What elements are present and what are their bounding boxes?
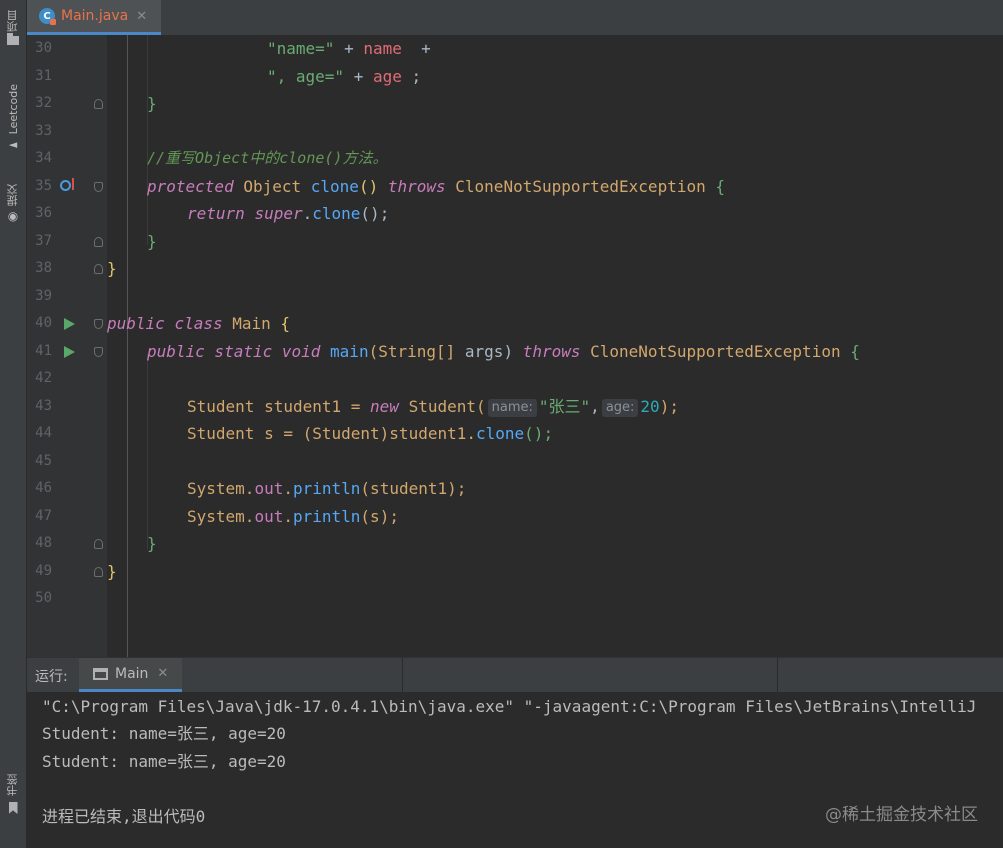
line-number: 32 [35,95,52,111]
code-line: 50 [27,585,1003,613]
watermark: @稀土掘金技术社区 [825,805,978,825]
fold-icon[interactable] [94,236,103,247]
commit-tool-button[interactable]: 提交 ◉ [0,184,26,223]
fold-icon[interactable] [94,346,103,357]
code-line: 44 Student s = (Student)student1.clone()… [27,420,1003,448]
line-number: 40 [35,315,52,331]
code-line: 31 ", age=" + age ; [27,63,1003,91]
code-line: 41 public static void main(String[] args… [27,338,1003,366]
fold-icon[interactable] [94,539,103,549]
code-line: 39 [27,283,1003,311]
line-number: 50 [35,590,52,606]
commit-icon: ◉ [7,209,19,223]
tab-main-java[interactable]: C Main.java ✕ [27,0,162,35]
code-line: 47 System.out.println(s); [27,503,1003,531]
fold-icon[interactable] [94,99,103,109]
line-number: 48 [35,535,52,551]
fold-icon[interactable] [94,319,103,329]
line-number: 34 [35,150,52,166]
override-method-icon[interactable] [60,177,74,191]
console-line: 进程已结束,退出代码0 [42,807,206,826]
code-line: 34 //重写Object中的clone()方法。 [27,145,1003,173]
run-panel-header: 运行: Main ✕ [27,657,1003,692]
line-number: 37 [35,232,52,249]
bookmarks-label: 书签 [6,774,19,796]
param-hint-age: age: [601,398,639,417]
line-number: 43 [35,397,52,414]
run-icon[interactable] [64,318,75,330]
code-line: 30 "name=" + name + [27,35,1003,63]
leetcode-label: Leetcode [6,84,20,135]
close-icon[interactable]: ✕ [157,666,168,681]
commit-label: 提交 [6,184,19,206]
line-number: 47 [35,507,52,524]
folder-icon [7,33,19,45]
line-number: 35 [35,177,52,194]
fold-icon[interactable] [94,566,103,577]
tool-window-strip: 项目 Leetcode ◄ 提交 ◉ 书签 [0,0,27,848]
project-label: 项目 [6,10,19,32]
console-line: Student: name=张三, age=20 [42,724,286,743]
code-line: 45 [27,448,1003,476]
line-number: 36 [35,205,52,221]
bookmarks-tool-button[interactable]: 书签 [0,774,26,814]
line-number: 39 [35,287,52,304]
code-line: 35 protected Object clone() throws Clone… [27,173,1003,201]
console-line: Student: name=张三, age=20 [42,752,286,771]
line-number: 38 [35,260,52,276]
line-number: 46 [35,480,52,496]
code-line: 49 } [27,558,1003,586]
code-line: 38 } [27,255,1003,283]
leetcode-icon: ◄ [8,138,18,152]
run-tab-main[interactable]: Main ✕ [79,658,183,692]
code-comment: //重写Object中的clone()方法。 [147,149,388,167]
line-number: 44 [35,425,52,441]
editor-tab-bar: C Main.java ✕ [27,0,1003,35]
console-line: "C:\Program Files\Java\jdk-17.0.4.1\bin\… [42,697,977,716]
code-line: 40 public class Main { [27,310,1003,338]
console-icon [93,667,108,680]
fold-icon[interactable] [94,264,103,274]
line-number: 42 [35,370,52,386]
line-number: 33 [35,122,52,139]
run-tab-title: Main [115,665,149,682]
code-line: 48 } [27,530,1003,558]
code-line: 32 } [27,90,1003,118]
line-number: 49 [35,562,52,579]
tab-title: Main.java [61,8,129,24]
fold-icon[interactable] [94,181,103,192]
code-line: 42 [27,365,1003,393]
bookmark-icon [8,802,18,814]
java-class-icon: C [39,8,56,25]
line-number: 31 [35,67,52,84]
code-line: 46 System.out.println(student1); [27,475,1003,503]
close-icon[interactable]: ✕ [136,9,147,24]
param-hint-name: name: [487,398,537,417]
run-console[interactable]: "C:\Program Files\Java\jdk-17.0.4.1\bin\… [27,692,1003,848]
code-editor[interactable]: 30 "name=" + name + 31 ", age=" + age ; … [27,35,1003,657]
panel-divider [777,658,778,692]
run-label: 运行: [35,669,68,685]
code-line: 36 return super.clone(); [27,200,1003,228]
code-line: 37 } [27,228,1003,256]
code-line: 43 Student student1 = new Student(name: "… [27,393,1003,421]
project-tool-button[interactable]: 项目 [0,10,26,45]
leetcode-tool-button[interactable]: Leetcode ◄ [0,84,26,151]
code-line: 33 [27,118,1003,146]
line-number: 45 [35,452,52,469]
run-icon[interactable] [64,345,75,358]
panel-divider [402,658,403,692]
line-number: 30 [35,40,52,56]
line-number: 41 [35,342,52,359]
